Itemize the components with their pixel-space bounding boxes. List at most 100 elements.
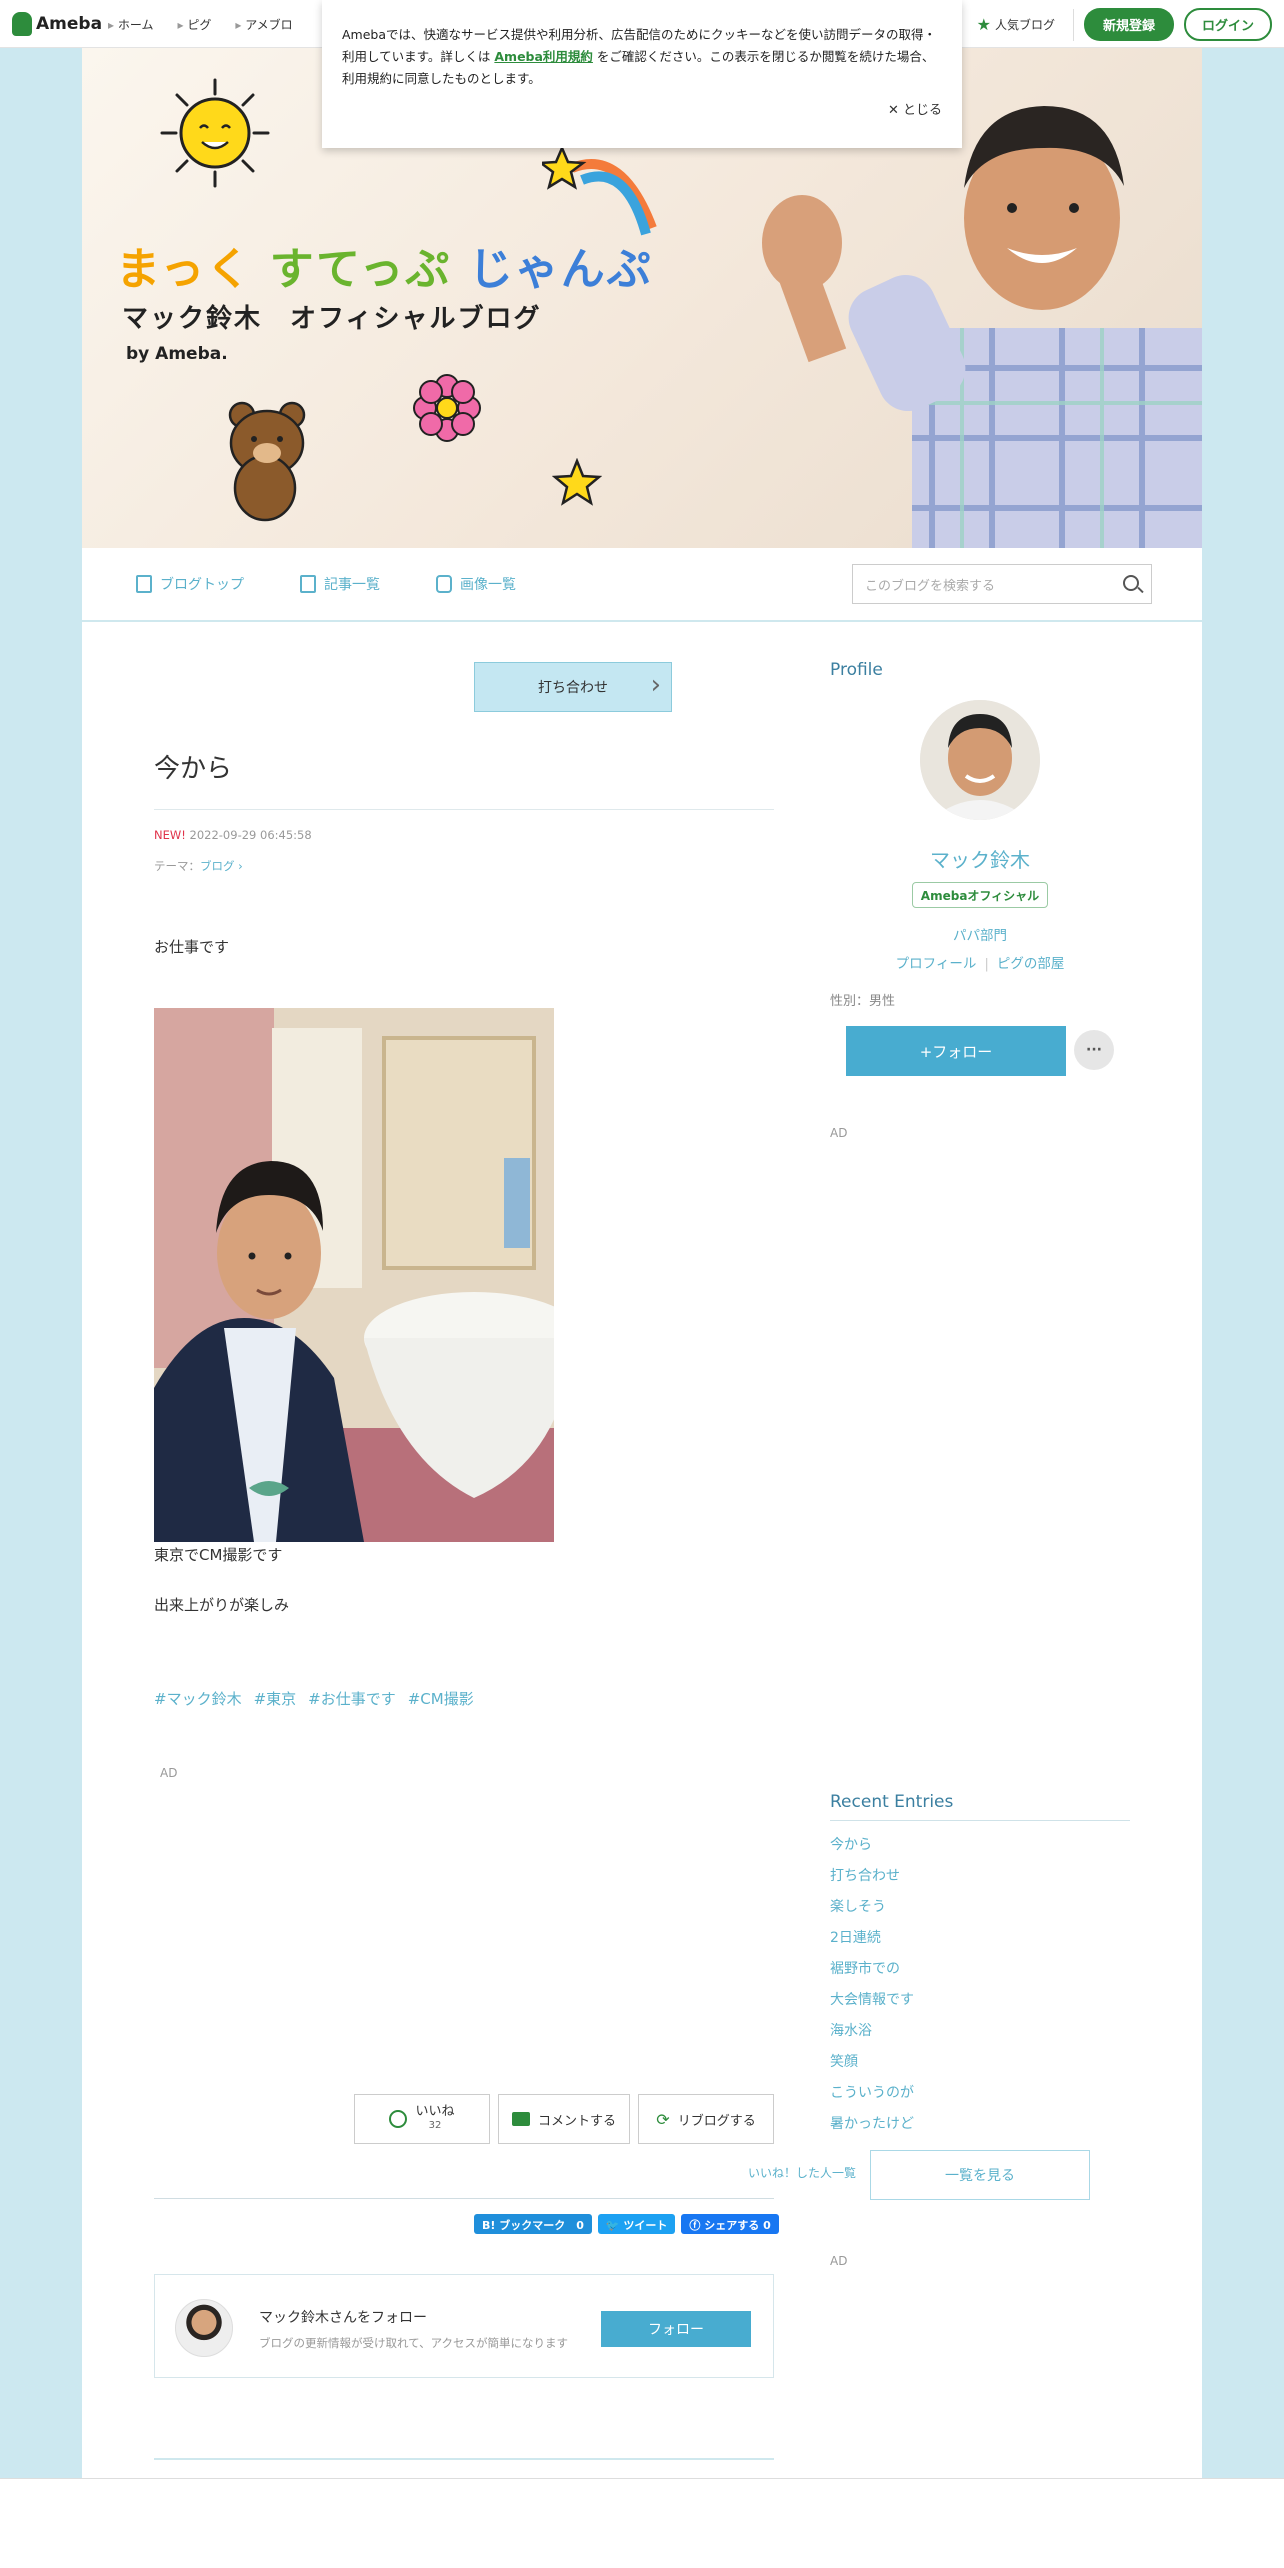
ameba-logo[interactable]: Ameba [12,12,102,36]
logo-text: Ameba [36,14,103,34]
popular-label: 人気ブログ [994,18,1055,32]
new-badge: NEW! [154,828,186,842]
image-list-link[interactable]: 画像一覧 [436,574,516,594]
reblog-button[interactable]: ⟳ リブログする [638,2094,774,2144]
star-illustration [552,458,602,506]
title-part-2: すてっぷ [269,244,452,295]
recent-entry-link[interactable]: 大会情報です [830,1989,914,2020]
theme-link[interactable]: ブログ › [200,859,243,873]
blog-top-label: ブログトップ [160,577,244,593]
entry-list-link[interactable]: 記事一覧 [300,574,380,594]
blog-subnav: ブログトップ 記事一覧 画像一覧 このブログを検索する [82,548,1202,622]
follow-button[interactable]: フォロー [601,2311,751,2347]
liked-users-link[interactable]: いいね！した人一覧 [666,2164,856,2181]
account-nav: ★ 人気ブログ 新規登録 ログイン [977,8,1272,41]
facebook-share-button[interactable]: ⓕ シェアする 0 [681,2214,779,2234]
pigg-room-link[interactable]: ピグの部屋 [997,956,1065,972]
sidebar-ad-label: AD [830,1126,848,1140]
blog-top-link[interactable]: ブログトップ [136,574,244,594]
terms-link[interactable]: Ameba利用規約 [494,49,593,64]
recent-entry-link[interactable]: こういうのが [830,2082,914,2113]
title-part-3: じゃんぷ [468,244,653,295]
page-footer [0,2478,1284,2568]
like-label: いいね [415,2104,455,2119]
article-meta: NEW! 2022-09-29 06:45:58 [154,828,312,842]
profile-category-link[interactable]: パパ部門 [830,924,1130,944]
follow-title: マック鈴木さんをフォロー [259,2310,427,2326]
star-icon: ★ [976,15,991,34]
bottom-divider [154,2458,774,2460]
recent-entry-link[interactable]: 打ち合わせ [830,1865,914,1896]
recent-entries-list: 今から 打ち合わせ 楽しそう 2日連続 裾野市での 大会情報です 海水浴 笑顔 … [830,1834,914,2144]
like-button[interactable]: いいね 32 [354,2094,490,2144]
comment-label: コメントする [537,2113,616,2129]
hashtag[interactable]: #CM撮影 [408,1688,474,1709]
sun-illustration [160,78,270,188]
entry-list-label: 記事一覧 [324,577,380,593]
blog-search-input[interactable]: このブログを検索する [852,564,1152,604]
more-options-button[interactable]: ··· [1074,1030,1114,1070]
tweet-button[interactable]: 🐦 ツイート [597,2214,676,2234]
share-buttons: B! ブックマーク 0 🐦 ツイート ⓕ シェアする 0 [474,2214,779,2234]
cookie-close-button[interactable]: ✕ とじる [888,100,942,122]
article-photo[interactable] [154,1008,554,1542]
sidebar-ad-label-2: AD [830,2254,848,2268]
register-button[interactable]: 新規登録 [1083,8,1174,41]
nav-pigg[interactable]: ピグ [177,16,211,33]
profile-gender: 性別：男性 [830,994,896,1009]
by-ameba-label: by Ameba. [126,344,228,364]
ameba-logo-icon [12,12,32,36]
search-icon[interactable] [1123,575,1139,591]
article-title[interactable]: 今から [154,748,774,810]
divider [154,2198,774,2199]
like-count: 32 [428,2120,442,2131]
recent-entries-heading: Recent Entries [830,1792,1130,1821]
comment-button[interactable]: コメントする [498,2094,630,2144]
hashtag[interactable]: #東京 [254,1688,297,1709]
nav-home[interactable]: ホーム [108,16,154,33]
follow-card: マック鈴木さんをフォロー ブログの更新情報が受け取れて、アクセスが簡単になります… [154,2274,774,2378]
recent-entry-link[interactable]: 暑かったけど [830,2113,914,2144]
author-avatar[interactable] [175,2299,233,2357]
profile-heading: Profile [830,660,883,680]
hatena-bookmark-button[interactable]: B! ブックマーク 0 [474,2214,592,2234]
document-icon [136,575,152,593]
recent-entry-link[interactable]: 2日連続 [830,1927,914,1958]
profile-link[interactable]: プロフィール [896,956,977,972]
reblog-label: リブログする [677,2113,756,2129]
blog-subtitle: マック鈴木 オフィシャルブログ [122,304,542,334]
camera-icon [436,575,452,593]
nav-ameblo[interactable]: アメブロ [235,16,292,33]
pinned-entry-button[interactable]: 打ち合わせ [474,662,672,712]
article-text-2: 東京でCM撮影です [154,1546,283,1564]
reblog-icon: ⟳ [656,2109,670,2129]
hashtag[interactable]: #マック鈴木 [154,1688,242,1709]
smile-icon [389,2110,408,2128]
comment-icon [511,2112,530,2126]
article-text-1: お仕事です [154,938,230,956]
search-placeholder: このブログを検索する [865,579,996,594]
global-nav: ホーム ピグ アメブロ [108,16,293,33]
recent-entry-link[interactable]: 海水浴 [830,2020,914,2051]
recent-entry-link[interactable]: 裾野市での [830,1958,914,1989]
hashtag-list: #マック鈴木 #東京 #お仕事です #CM撮影 [154,1688,474,1709]
popular-blogs-link[interactable]: ★ 人気ブログ [976,8,1074,41]
official-badge: Amebaオフィシャル [912,882,1048,908]
image-list-label: 画像一覧 [460,577,516,593]
article-text-3: 出来上がりが楽しみ [154,1596,290,1614]
profile-photo [920,700,1040,820]
tweet-label: ツイート [623,2219,668,2232]
recent-entry-link[interactable]: 今から [830,1834,914,1865]
article-date: 2022-09-29 06:45:58 [189,828,312,842]
see-all-entries-button[interactable]: 一覧を見る [870,2150,1090,2200]
profile-name[interactable]: マック鈴木 [830,844,1130,873]
reaction-buttons: いいね 32 コメントする ⟳ リブログする [354,2094,774,2144]
profile-links: プロフィール | ピグの部屋 [895,956,1065,972]
recent-entry-link[interactable]: 笑顔 [830,2051,914,2082]
login-button[interactable]: ログイン [1183,8,1272,41]
sidebar-follow-button[interactable]: +フォロー [846,1026,1066,1076]
hashtag[interactable]: #お仕事です [308,1688,396,1709]
profile-avatar[interactable] [920,700,1040,820]
theme-label: テーマ： [154,859,200,873]
recent-entry-link[interactable]: 楽しそう [830,1896,914,1927]
